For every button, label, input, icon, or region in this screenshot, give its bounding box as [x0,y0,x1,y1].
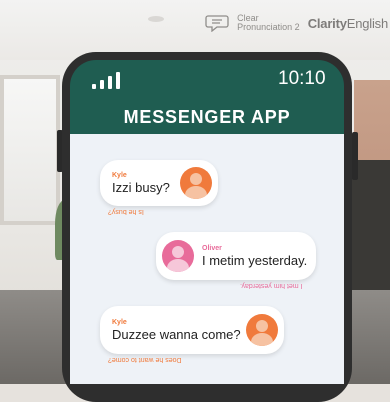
message-text: Duzzee wanna come? [112,326,241,342]
background-shelf [350,160,390,310]
product-name: Clear Pronunciation 2 [237,14,300,32]
company-bold: Clarity [307,15,347,31]
message-sender: Kyle [112,171,127,179]
message-hint: I met him yesterday. [240,282,303,289]
person-avatar-icon [246,314,278,346]
speech-bubble-icon [205,15,229,32]
ceiling-lamp [148,16,164,22]
brand-header: Clear Pronunciation 2 ClarityEnglish [205,14,388,32]
message-sender: Oliver [202,244,222,252]
company-name: ClarityEnglish [307,15,389,31]
signal-bars-icon [92,72,120,89]
message-hint: Does he want to come? [108,356,182,363]
product-line2: Pronunciation 2 [237,22,300,32]
background-window [0,75,60,225]
app-title: MESSENGER APP [123,106,291,127]
message-bubble[interactable]: Oliver I metim yesterday. [156,232,316,280]
message-bubble[interactable]: Kyle Duzzee wanna come? [100,306,284,354]
app-header: MESSENGER APP [70,100,344,134]
status-time: 10:10 [278,68,326,89]
message-text: I metim yesterday. [202,252,308,268]
person-avatar-icon [180,167,212,199]
company-light: English [346,15,388,31]
phone-side-button [352,132,358,180]
message-hint: Is he busy? [108,208,144,215]
person-avatar-icon [162,240,194,272]
message-sender: Kyle [112,318,127,326]
message-text: Izzi busy? [112,179,170,195]
message-bubble[interactable]: Kyle Izzi busy? [100,160,218,206]
